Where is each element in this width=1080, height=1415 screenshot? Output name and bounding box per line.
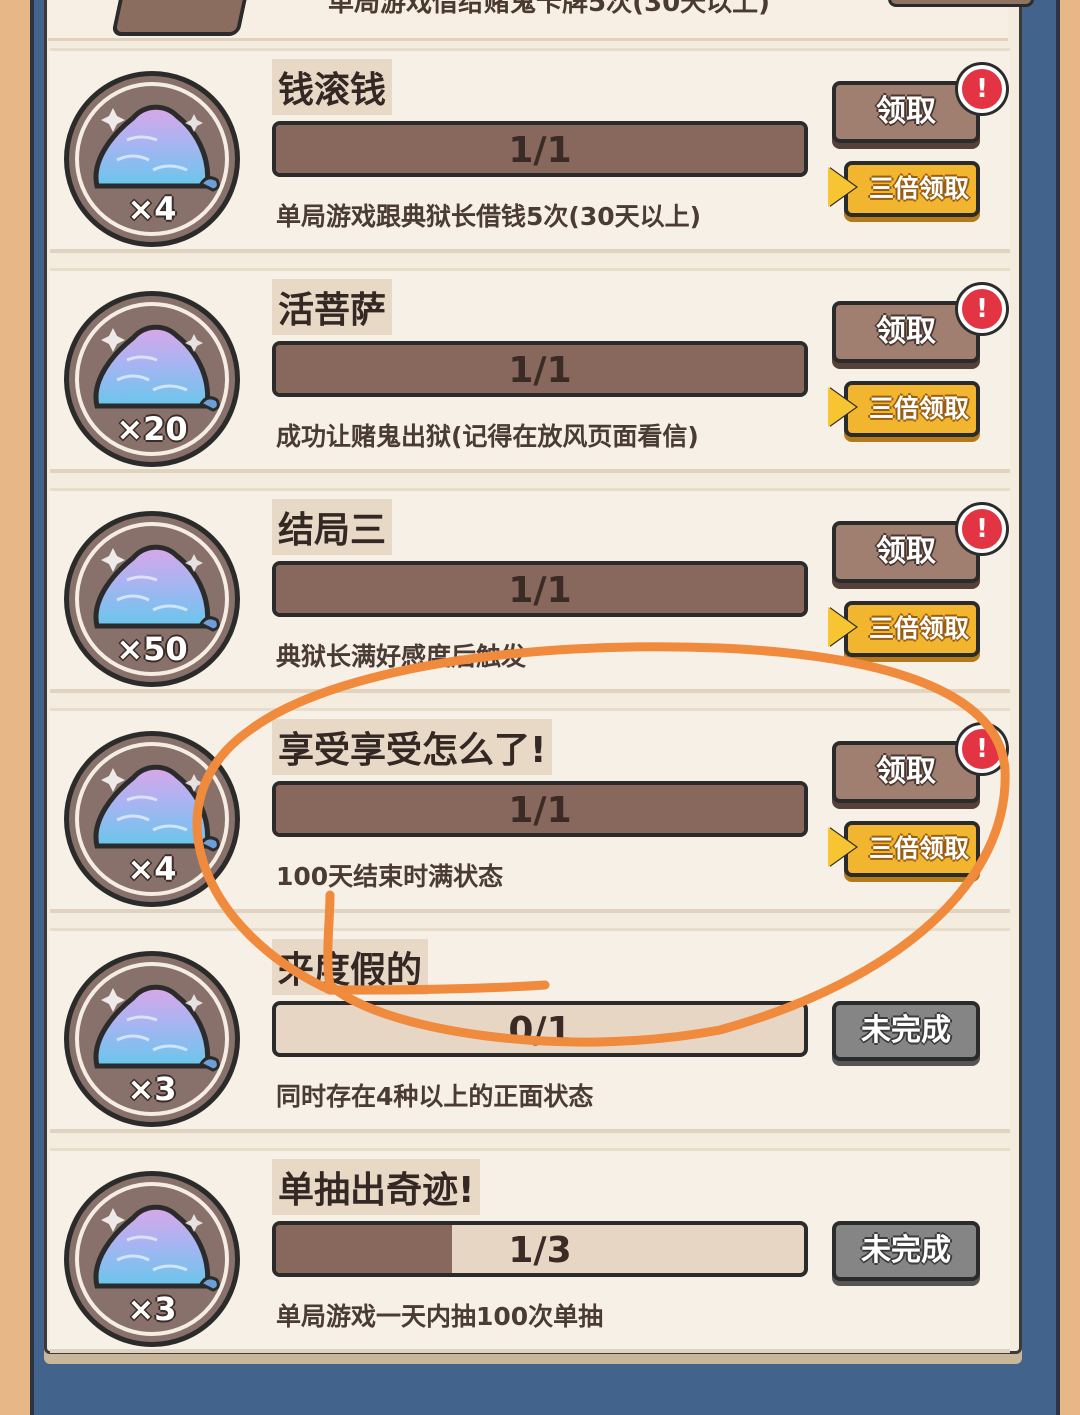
achievement-card: ×4 享受享受怎么了! 1/1 100天结束时满状态 领取! 三倍领取	[50, 708, 1010, 913]
achievement-card: ×3 来度假的 0/1 同时存在4种以上的正面状态 未完成	[50, 928, 1010, 1133]
reward-badge: ×20	[64, 291, 240, 467]
achievement-card: ×50 结局三 1/1 典狱长满好感度后触发 领取! 三倍领取	[50, 488, 1010, 693]
play-arrow-icon	[828, 387, 856, 427]
progress-bar: 1/1	[272, 341, 808, 397]
achievement-description: 同时存在4种以上的正面状态	[276, 1082, 594, 1111]
crystal-pile-icon	[93, 544, 220, 632]
progress-text: 1/1	[508, 350, 572, 391]
achievement-description: 典狱长满好感度后触发	[276, 642, 527, 671]
exclamation-badge-icon: !	[958, 285, 1006, 333]
incomplete-button[interactable]: 未完成	[832, 1221, 980, 1281]
progress-text: 1/1	[508, 790, 572, 831]
achievement-description: 单局游戏借给赌鬼卡牌5次(30天以上)	[328, 0, 771, 18]
achievement-description: 单局游戏跟典狱长借钱5次(30天以上)	[276, 202, 702, 231]
achievement-card: ×3 单抽出奇迹! 1/3 单局游戏一天内抽100次单抽 未完成	[50, 1148, 1010, 1353]
progress-bar: 1/1	[272, 561, 808, 617]
achievement-card-partial: 单局游戏借给赌鬼卡牌5次(30天以上)	[48, 0, 1034, 41]
claim-button[interactable]	[888, 0, 1034, 7]
exclamation-badge-icon: !	[958, 505, 1006, 553]
crystal-pile-icon	[93, 324, 220, 412]
achievement-description: 成功让赌鬼出狱(记得在放风页面看信)	[276, 422, 699, 451]
play-arrow-icon	[828, 167, 856, 207]
achievement-title: 活菩萨	[272, 279, 393, 335]
progress-text: 1/3	[508, 1230, 572, 1271]
reward-badge: ×50	[64, 511, 240, 687]
play-arrow-icon	[828, 827, 856, 867]
progress-bar: 1/3	[272, 1221, 808, 1277]
progress-bar: 1/1	[272, 121, 808, 177]
triple-claim-button[interactable]: 三倍领取	[844, 161, 980, 217]
achievement-title: 享受享受怎么了!	[272, 719, 553, 775]
exclamation-badge-icon: !	[958, 65, 1006, 113]
triple-claim-button[interactable]: 三倍领取	[844, 601, 980, 657]
triple-claim-button[interactable]: 三倍领取	[844, 821, 980, 877]
achievement-title: 结局三	[272, 499, 393, 555]
progress-bar: 1/1	[272, 781, 808, 837]
crystal-pile-icon	[93, 104, 220, 192]
achievement-title: 单抽出奇迹!	[272, 1159, 481, 1215]
play-arrow-icon	[828, 607, 856, 647]
crystal-pile-icon	[93, 764, 220, 852]
progress-text: 1/1	[508, 130, 572, 171]
reward-count: ×4	[127, 190, 177, 228]
reward-count: ×4	[127, 850, 177, 888]
reward-count: ×3	[127, 1290, 177, 1328]
reward-badge: ×4	[64, 71, 240, 247]
reward-badge: ×3	[64, 1171, 240, 1347]
progress-bar: 0/1	[272, 1001, 808, 1057]
book-icon	[110, 0, 254, 36]
exclamation-badge-icon: !	[958, 725, 1006, 773]
reward-count: ×20	[116, 410, 188, 448]
reward-badge: ×4	[64, 731, 240, 907]
achievement-description: 单局游戏一天内抽100次单抽	[276, 1302, 604, 1331]
triple-claim-button[interactable]: 三倍领取	[844, 381, 980, 437]
progress-text: 1/1	[508, 570, 572, 611]
reward-count: ×3	[127, 1070, 177, 1108]
achievement-description: 100天结束时满状态	[276, 862, 504, 891]
achievement-title: 钱滚钱	[272, 59, 393, 115]
crystal-pile-icon	[93, 1204, 220, 1292]
progress-text: 0/1	[508, 1010, 572, 1051]
achievement-card: ×4 钱滚钱 1/1 单局游戏跟典狱长借钱5次(30天以上) 领取! 三倍领取	[50, 48, 1010, 253]
incomplete-button[interactable]: 未完成	[832, 1001, 980, 1061]
reward-badge: ×3	[64, 951, 240, 1127]
reward-count: ×50	[116, 630, 188, 668]
crystal-pile-icon	[93, 984, 220, 1072]
achievement-card: ×20 活菩萨 1/1 成功让赌鬼出狱(记得在放风页面看信) 领取! 三倍领取	[50, 268, 1010, 473]
achievement-title: 来度假的	[272, 939, 429, 995]
